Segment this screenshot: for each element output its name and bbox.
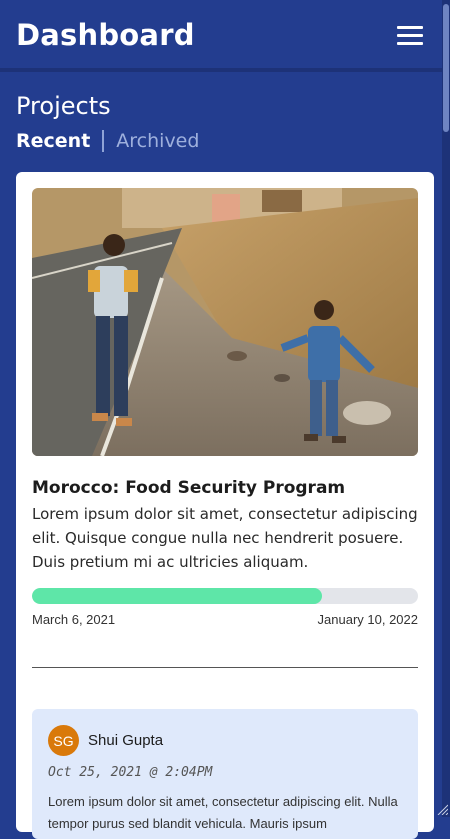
project-photo — [32, 188, 418, 456]
menu-line — [397, 26, 423, 29]
update-card: SG Shui Gupta Oct 25, 2021 @ 2:04PM Lore… — [32, 709, 418, 839]
menu-line — [397, 42, 423, 45]
avatar: SG — [48, 725, 79, 756]
app-header: Dashboard — [0, 0, 450, 72]
end-date: January 10, 2022 — [317, 612, 418, 627]
progress-fill — [32, 588, 322, 604]
author-name: Shui Gupta — [88, 732, 164, 749]
tab-recent[interactable]: Recent — [16, 130, 90, 152]
page-scrollbar[interactable] — [442, 0, 450, 817]
scroll-thumb[interactable] — [443, 4, 449, 132]
tab-archived[interactable]: Archived — [116, 130, 199, 152]
page-title: Dashboard — [16, 18, 195, 52]
start-date: March 6, 2021 — [32, 612, 116, 627]
tab-divider — [102, 130, 105, 152]
project-photo-illustration — [32, 188, 418, 456]
progress-bar — [32, 588, 418, 604]
project-title[interactable]: Morocco: Food Security Program — [32, 478, 345, 498]
resize-grip-icon[interactable] — [436, 803, 448, 815]
divider — [32, 667, 418, 668]
project-description: Lorem ipsum dolor sit amet, consectetur … — [32, 505, 418, 571]
project-card[interactable]: Morocco: Food Security Program Lorem ips… — [16, 172, 434, 839]
projects-heading: Projects — [16, 92, 111, 120]
update-text: Lorem ipsum dolor sit amet, consectetur … — [48, 794, 398, 831]
hamburger-menu-icon[interactable] — [397, 24, 423, 46]
update-timestamp: Oct 25, 2021 @ 2:04PM — [48, 765, 213, 780]
menu-line — [397, 34, 423, 37]
project-tabs: Recent Archived — [16, 130, 199, 152]
